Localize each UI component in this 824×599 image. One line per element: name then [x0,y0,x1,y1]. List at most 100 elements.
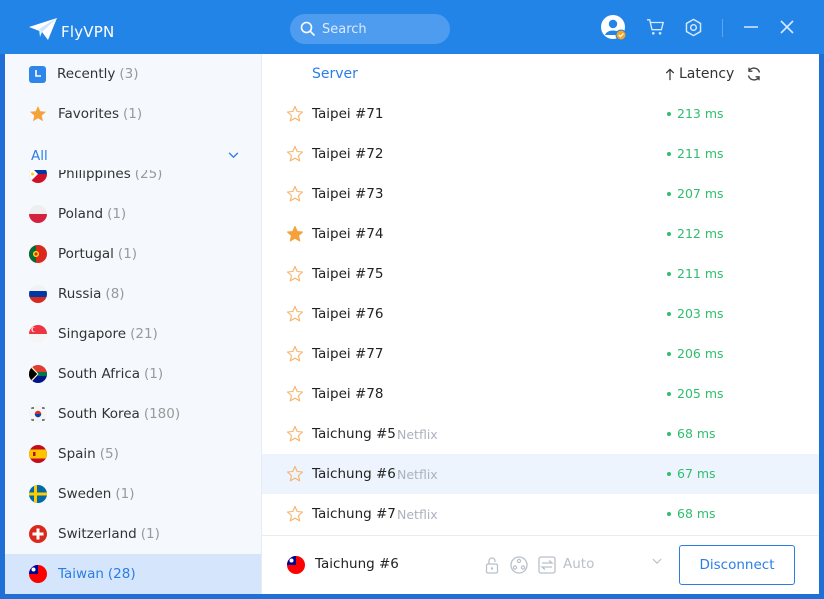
sidebar-item-label: Spain [58,446,96,462]
poland-flag-icon [29,205,47,223]
favorite-star-icon[interactable] [286,425,304,443]
sidebar-item-count: (1) [115,486,135,502]
minimize-icon[interactable] [738,14,764,40]
title-bar: FlyVPN [0,0,824,54]
latency-value: 68 ms [677,506,716,521]
server-tag: Netflix [397,467,438,482]
server-list-panel: Server Latency Taipei #71 213 ms Taipei #7… [262,54,819,535]
sidebar-item-portugal[interactable]: Portugal (1) [5,234,261,274]
refresh-icon[interactable] [746,66,762,82]
server-row[interactable]: Taipei #74 212 ms [262,214,819,254]
account-avatar-icon[interactable] [600,14,628,42]
sidebar-item-label: Singapore [58,326,127,342]
network-icon[interactable] [509,555,529,575]
sidebar-item-spain[interactable]: Spain (5) [5,434,261,474]
server-name: Taichung #5 [312,426,396,442]
sidebar-item-label: Sweden [58,486,112,502]
server-row[interactable]: Taipei #72 211 ms [262,134,819,174]
latency-value: 213 ms [677,106,724,121]
sidebar-item-sweden[interactable]: Sweden (1) [5,474,261,514]
server-latency: 67 ms [667,466,716,481]
server-latency: 205 ms [667,386,724,401]
chevron-down-icon[interactable] [652,558,662,565]
server-row[interactable]: Taipei #77 206 ms [262,334,819,374]
server-name: Taipei #78 [312,386,384,402]
sidebar-item-recently[interactable]: Recently (3) [5,54,261,94]
favorite-star-icon[interactable] [286,305,304,323]
latency-dot-icon [667,471,671,476]
server-name: Taipei #73 [312,186,384,202]
sidebar-item-label: Russia [58,286,102,302]
latency-value: 203 ms [677,306,724,321]
taiwan-flag-icon [287,556,305,574]
favorite-star-icon[interactable] [286,465,304,483]
server-latency: 207 ms [667,186,724,201]
server-row[interactable]: Taipei #75 211 ms [262,254,819,294]
server-row[interactable]: Taipei #71 213 ms [262,94,819,134]
latency-value: 68 ms [677,426,716,441]
latency-value: 207 ms [677,186,724,201]
latency-column-header[interactable]: Latency [665,66,734,82]
lock-icon[interactable] [482,555,502,575]
sidebar-item-label: Switzerland [58,526,137,542]
sidebar-item-switzerland[interactable]: Switzerland (1) [5,514,261,554]
latency-value: 206 ms [677,346,724,361]
disconnect-button[interactable]: Disconnect [679,545,795,585]
server-row[interactable]: Taichung #5 Netflix 68 ms [262,414,819,454]
settings-icon[interactable] [680,14,706,40]
sidebar-item-count: (1) [107,206,127,222]
server-latency: 203 ms [667,306,724,321]
cart-icon[interactable] [643,14,669,40]
server-row[interactable]: Taipei #78 205 ms [262,374,819,414]
search-box[interactable] [290,14,450,44]
sidebar-item-favorites[interactable]: Favorites (1) [5,94,261,134]
sidebar-item-label: Taiwan [58,566,104,582]
star-icon [29,105,47,123]
sidebar-item-label: Favorites [58,106,119,122]
server-row[interactable]: Taipei #73 207 ms [262,174,819,214]
latency-value: 211 ms [677,146,724,161]
protocol-select[interactable]: Auto [563,556,594,572]
arrow-up-icon [665,68,675,80]
sidebar-item-south-korea[interactable]: South Korea (180) [5,394,261,434]
chevron-down-icon [228,152,239,159]
favorite-star-icon[interactable] [286,185,304,203]
sidebar-item-south-africa[interactable]: South Africa (1) [5,354,261,394]
server-name: Taichung #6 [312,466,396,482]
singapore-flag-icon [29,325,47,343]
latency-dot-icon [667,231,671,236]
server-row[interactable]: Taipei #76 203 ms [262,294,819,334]
favorite-star-icon[interactable] [286,105,304,123]
server-tag: Netflix [397,507,438,522]
sidebar-item-poland[interactable]: Poland (1) [5,194,261,234]
server-name: Taichung #7 [312,506,396,522]
server-row[interactable]: Taichung #7 Netflix 68 ms [262,494,819,534]
sidebar-item-russia[interactable]: Russia (8) [5,274,261,314]
favorite-star-icon[interactable] [286,265,304,283]
favorite-star-icon[interactable] [286,385,304,403]
favorite-star-icon[interactable] [286,345,304,363]
favorite-star-icon[interactable] [286,225,304,243]
server-latency: 211 ms [667,266,724,281]
server-latency: 211 ms [667,146,724,161]
latency-dot-icon [667,191,671,196]
latency-dot-icon [667,431,671,436]
close-icon[interactable] [774,14,800,40]
latency-dot-icon [667,111,671,116]
sidebar-item-label: Recently [57,66,116,82]
search-input[interactable] [322,21,442,37]
server-row[interactable]: Taichung #6 Netflix 67 ms [262,454,819,494]
search-icon [300,21,316,37]
sidebar-item-singapore[interactable]: Singapore (21) [5,314,261,354]
favorite-star-icon[interactable] [286,145,304,163]
all-countries-dropdown[interactable]: All [5,142,261,170]
server-latency: 68 ms [667,426,716,441]
protocol-switch-icon[interactable] [537,555,557,575]
sidebar-item-taiwan[interactable]: Taiwan (28) [5,554,261,594]
server-column-header[interactable]: Server [312,66,358,82]
favorite-star-icon[interactable] [286,505,304,523]
title-divider [722,19,723,37]
latency-value: 67 ms [677,466,716,481]
latency-header-label: Latency [679,66,735,82]
server-latency: 68 ms [667,506,716,521]
